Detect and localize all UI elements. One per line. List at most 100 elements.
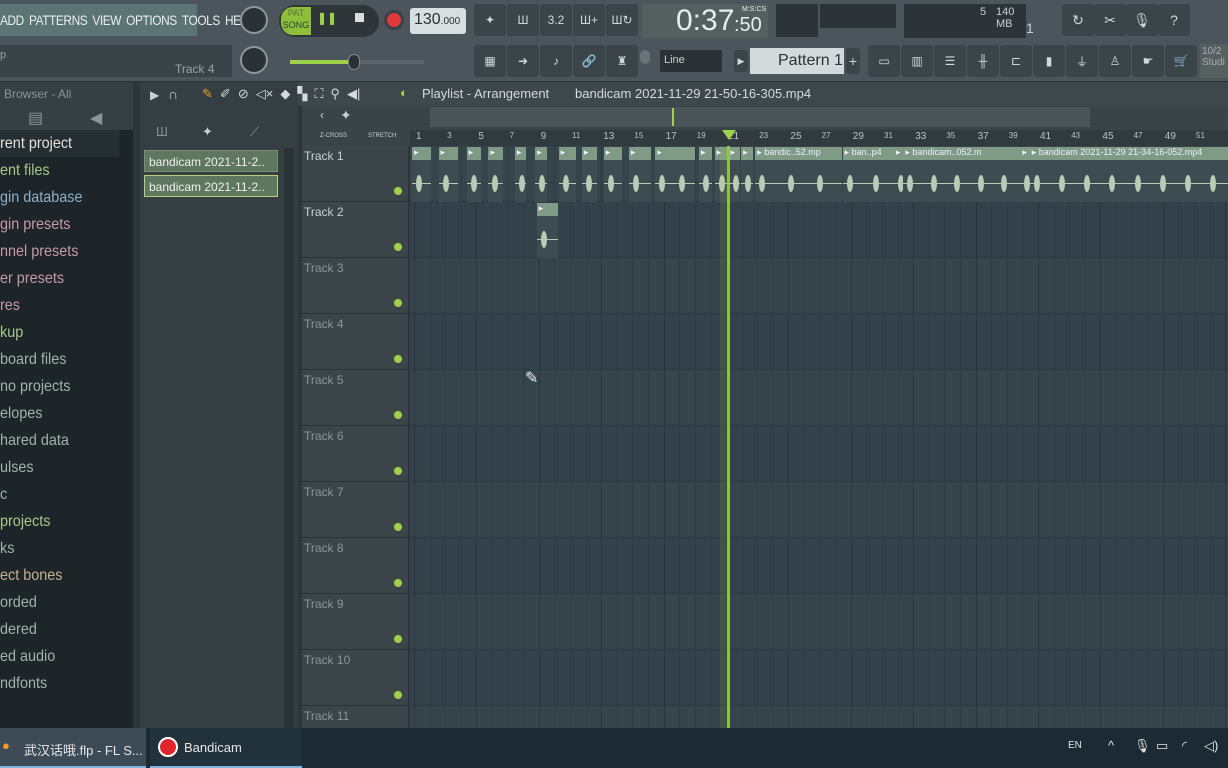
countdown-icon[interactable]: 3.2 xyxy=(540,4,572,36)
menu-item-options[interactable]: OPTIONS xyxy=(126,12,177,28)
menu-item-add[interactable]: ADD xyxy=(0,12,24,28)
browser-item[interactable]: er presets xyxy=(0,265,120,292)
link-icon[interactable]: 🔗 xyxy=(573,45,605,77)
browser-window-icon[interactable]: ⊏ xyxy=(1000,45,1032,77)
picker-item[interactable]: bandicam 2021-11-2.. xyxy=(144,175,278,197)
track-header[interactable]: Track 9 xyxy=(302,594,408,650)
loop-record-icon[interactable]: Ш↻ xyxy=(606,4,638,36)
menu-item-patterns[interactable]: PATTERNS xyxy=(29,12,88,28)
playback-icon[interactable]: ◀| xyxy=(347,86,360,102)
browser-item[interactable]: c xyxy=(0,481,120,508)
record-button[interactable] xyxy=(384,10,404,30)
language-indicator[interactable]: EN xyxy=(1068,740,1082,751)
menu-item-view[interactable]: VIEW xyxy=(92,12,121,28)
scroll-thumb[interactable] xyxy=(430,107,1090,127)
file-icon[interactable]: ▤ xyxy=(28,108,43,128)
pause-button[interactable]: ❚❚ xyxy=(317,11,337,25)
browser-item[interactable]: projects xyxy=(0,508,120,535)
audio-clip[interactable]: ▸ xyxy=(728,147,741,202)
play-icon[interactable]: ▶ xyxy=(150,88,159,102)
audio-clip[interactable]: ▸ xyxy=(699,147,713,202)
browser-item[interactable]: gin database xyxy=(0,184,120,211)
snap-select[interactable]: Line xyxy=(660,50,722,72)
browser-item[interactable]: no projects xyxy=(0,373,120,400)
track-header[interactable]: Track 4 xyxy=(302,314,408,370)
browser-item[interactable]: nnel presets xyxy=(0,238,120,265)
browser-item[interactable]: orded xyxy=(0,589,120,616)
pattern-prev-button[interactable]: ▶ xyxy=(734,50,748,72)
metronome-icon[interactable]: ✦ xyxy=(474,4,506,36)
wifi-icon[interactable]: ◜ xyxy=(1182,738,1187,754)
browser-title[interactable]: Browser - All xyxy=(4,87,71,101)
browser-item[interactable]: rent project xyxy=(0,130,120,157)
track-header[interactable]: Track 6 xyxy=(302,426,408,482)
tempo-display[interactable]: 130.000 xyxy=(410,8,466,34)
stop-button[interactable] xyxy=(355,13,364,22)
audio-clip[interactable]: ▸ xyxy=(582,147,597,202)
playhead-marker[interactable] xyxy=(722,130,736,140)
select-icon[interactable]: ⛶ xyxy=(314,86,323,102)
file-icon[interactable]: ▮ xyxy=(1033,45,1065,77)
playlist-window-icon[interactable]: ▭ xyxy=(868,45,900,77)
pattern-select[interactable]: Pattern 1 xyxy=(750,48,844,74)
paint-icon[interactable]: ✐ xyxy=(220,86,231,102)
slip-icon[interactable]: ◆ xyxy=(280,86,290,102)
audio-clip[interactable]: ▸ xyxy=(603,147,622,202)
audio-filter-icon[interactable]: ✦ xyxy=(340,107,352,124)
blend-notes-icon[interactable]: ♪ xyxy=(540,45,572,77)
cart-icon[interactable]: 🛒 xyxy=(1165,45,1197,77)
browser-item[interactable]: kup xyxy=(0,319,120,346)
audio-clip[interactable]: ▸ xyxy=(466,147,482,202)
typing-keyboard-icon[interactable]: ▦ xyxy=(474,45,506,77)
mute-icon[interactable]: ◁× xyxy=(256,86,274,102)
mic-icon[interactable]: 🎙 xyxy=(1126,4,1158,36)
plugin-icon[interactable]: ⏚ xyxy=(1066,45,1098,77)
playlist-grid[interactable]: ▸ ▸ ▸ ▸ ▸ ▸ ▸ ▸ ▸ ▸ ▸ ▸ ▸ ▸ ▸ ▸ bandic..… xyxy=(410,146,1228,728)
piano-roll-icon[interactable]: Ш xyxy=(156,124,168,139)
taskbar-app-bandicam[interactable]: Bandicam xyxy=(150,728,302,768)
draw-icon[interactable]: ✎ xyxy=(202,86,213,102)
browser-item[interactable]: elopes xyxy=(0,400,120,427)
mixer-icon[interactable]: ╫ xyxy=(967,45,999,77)
audio-clip[interactable]: ▸ xyxy=(558,147,577,202)
track-header[interactable]: Track 2 xyxy=(302,202,408,258)
track-active-indicator[interactable] xyxy=(394,411,402,419)
browser-item[interactable]: board files xyxy=(0,346,120,373)
track-active-indicator[interactable] xyxy=(394,467,402,475)
track-active-indicator[interactable] xyxy=(394,243,402,251)
help-icon[interactable]: ? xyxy=(1158,4,1190,36)
browser-item[interactable]: ulses xyxy=(0,454,120,481)
track-header[interactable]: Track 1 xyxy=(302,146,408,202)
audio-clip[interactable]: ▸ bandicam 2021-11-29 21-34-16-052.mp4 xyxy=(1029,147,1228,202)
chevron-up-icon[interactable]: ^ xyxy=(1108,738,1114,753)
playlist-breadcrumb[interactable]: bandicam 2021-11-29 21-50-16-305.mp4 xyxy=(575,86,811,101)
timeline-ruler[interactable]: 1 3 5 7 9 11 13 15 17 19 21 23 25 27 29 31 33 35 37 39 41 43 4… xyxy=(410,130,1228,146)
wait-record-icon[interactable]: Ш xyxy=(507,4,539,36)
taskbar-app-fl-studio[interactable]: ● 武汉话哦.flp - FL S... xyxy=(0,728,146,768)
browser-item[interactable]: ect bones xyxy=(0,562,120,589)
step-edit-icon[interactable]: Ш+ xyxy=(573,4,605,36)
volume-icon[interactable]: ◁) xyxy=(1204,738,1218,754)
track-active-indicator[interactable] xyxy=(394,355,402,363)
audio-clip[interactable]: ▸ xyxy=(741,147,753,202)
scroll-left-icon[interactable]: ‹ xyxy=(320,108,324,122)
arrow-icon[interactable]: ➜ xyxy=(507,45,539,77)
track-active-indicator[interactable] xyxy=(394,187,402,195)
stretch-label[interactable]: STRETCH xyxy=(368,133,396,139)
audio-clip[interactable]: ▸ xyxy=(412,147,432,202)
browser-item[interactable]: ent files xyxy=(0,157,120,184)
delete-icon[interactable]: ⊘ xyxy=(238,86,249,102)
audio-clip[interactable]: ▸ xyxy=(535,147,547,202)
multilink-icon[interactable]: ♜ xyxy=(606,45,638,77)
browser-item[interactable]: hared data xyxy=(0,427,120,454)
master-pitch-slider[interactable] xyxy=(348,54,360,70)
audio-clip[interactable]: ▸ xyxy=(655,147,695,202)
audio-clip[interactable]: ▸ xyxy=(536,203,558,258)
speaker-icon[interactable]: ◀ xyxy=(90,108,102,128)
track-header[interactable]: Track 5 xyxy=(302,370,408,426)
magnet-icon[interactable]: ∩ xyxy=(168,86,178,102)
master-volume-knob[interactable] xyxy=(240,6,268,34)
browser-item[interactable]: gin presets xyxy=(0,211,120,238)
browser-item[interactable]: dered xyxy=(0,616,120,643)
pat-song-toggle[interactable]: PAT SONG xyxy=(281,7,311,35)
